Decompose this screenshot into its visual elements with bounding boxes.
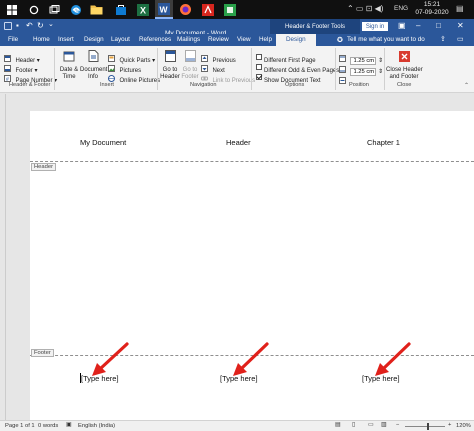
- annotation-arrow: [233, 342, 269, 376]
- zoom-slider[interactable]: [405, 426, 445, 427]
- web-layout-icon[interactable]: ▥: [381, 422, 386, 428]
- page-count[interactable]: Page 1 of 1: [5, 423, 35, 429]
- zoom-level[interactable]: 120%: [456, 423, 471, 429]
- zoom-out-icon[interactable]: −: [396, 422, 399, 428]
- annotation-arrow: [375, 342, 411, 376]
- zoom-in-icon[interactable]: +: [448, 422, 451, 428]
- zoom-slider-handle[interactable]: [427, 423, 429, 430]
- word-count[interactable]: 0 words: [38, 423, 58, 429]
- print-layout-icon[interactable]: ▭: [368, 422, 373, 428]
- focus-mode-icon[interactable]: ▤: [335, 422, 340, 428]
- status-bar: Page 1 of 1 0 words ▣ English (India) ▤ …: [0, 420, 474, 431]
- annotation-arrow: [92, 342, 129, 376]
- annotation-arrows: [92, 342, 411, 376]
- read-mode-icon[interactable]: ▯: [352, 422, 355, 428]
- proofing-icon[interactable]: ▣: [66, 422, 71, 428]
- language-indicator[interactable]: English (India): [78, 423, 115, 429]
